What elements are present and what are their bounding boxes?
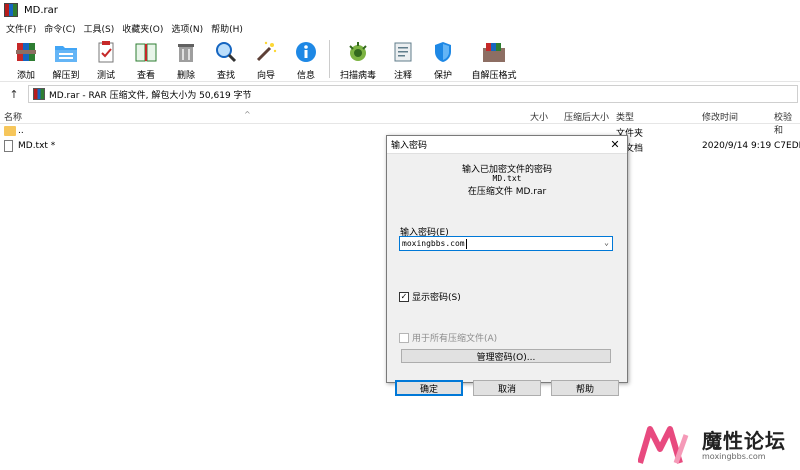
sfx-icon [481, 39, 507, 65]
path-text: MD.rar - RAR 压缩文件, 解包大小为 50,619 字节 [49, 90, 252, 101]
password-dialog: 输入密码 ✕ 输入已加密文件的密码 MD.txt 在压缩文件 MD.rar 输入… [386, 135, 628, 396]
show-password-label: 显示密码(S) [412, 293, 461, 303]
sfx-button[interactable]: 自解压格式 [463, 36, 525, 82]
menu-help[interactable]: 帮助(H) [207, 22, 247, 35]
watermark-text: 魔性论坛 moxingbbs.com [702, 430, 786, 461]
password-value: moxingbbs.com [402, 239, 465, 248]
up-folder-button[interactable]: ↑ [0, 84, 28, 104]
sort-ascending-icon: ^ [244, 110, 251, 119]
text-caret [465, 238, 467, 249]
folder-icon [4, 126, 16, 136]
test-icon [93, 39, 119, 65]
menu-options[interactable]: 选项(N) [167, 22, 207, 35]
show-password-checkbox[interactable]: ✓ 显示密码(S) [399, 290, 461, 303]
ok-button[interactable]: 确定 [395, 380, 463, 396]
password-input[interactable]: moxingbbs.com ⌄ [399, 236, 613, 251]
column-type[interactable]: 类型 [616, 110, 634, 123]
column-name[interactable]: 名称 [4, 110, 22, 123]
add-archive-icon [13, 39, 39, 65]
moxing-logo-icon [637, 425, 698, 465]
prompt-filename: MD.txt [492, 174, 522, 183]
column-modified[interactable]: 修改时间 [702, 110, 738, 123]
view-button[interactable]: 查看 [126, 36, 166, 82]
all-archives-checkbox[interactable]: 用于所有压缩文件(A) [399, 331, 497, 344]
text-file-icon [4, 140, 13, 152]
watermark-en: moxingbbs.com [702, 451, 766, 461]
toolbar: 添加 解压到 测试 查看 删除 查找 向导 信息 扫描病毒 注释 保护 自解压格… [0, 36, 800, 82]
comment-button[interactable]: 注释 [383, 36, 423, 82]
file-list-header: ^ 名称 大小 压缩后大小 类型 修改时间 校验和 [0, 106, 800, 136]
delete-button[interactable]: 删除 [166, 36, 206, 82]
dialog-title: 输入密码 [391, 141, 428, 151]
rar-file-icon [33, 88, 45, 100]
winrar-app-icon [4, 3, 18, 17]
menu-tools[interactable]: 工具(S) [80, 22, 119, 35]
find-icon [213, 39, 239, 65]
find-button[interactable]: 查找 [206, 36, 246, 82]
menu-favorites[interactable]: 收藏夹(O) [118, 22, 167, 35]
menu-bar: 文件(F) 命令(C) 工具(S) 收藏夹(O) 选项(N) 帮助(H) [0, 20, 800, 36]
cancel-button[interactable]: 取消 [473, 380, 541, 396]
virus-scan-button[interactable]: 扫描病毒 [333, 36, 383, 82]
toolbar-separator [329, 40, 330, 78]
checkbox-empty-icon [399, 332, 409, 343]
arrow-up-icon: ↑ [9, 87, 19, 101]
wizard-icon [253, 39, 279, 65]
wizard-button[interactable]: 向导 [246, 36, 286, 82]
extract-to-button[interactable]: 解压到 [46, 36, 86, 82]
column-packed[interactable]: 压缩后大小 [564, 110, 609, 123]
menu-file[interactable]: 文件(F) [2, 22, 40, 35]
title-bar: MD.rar [0, 0, 800, 20]
window-title: MD.rar [24, 4, 58, 16]
dialog-title-bar: 输入密码 ✕ [387, 136, 627, 154]
menu-commands[interactable]: 命令(C) [40, 22, 79, 35]
comment-icon [390, 39, 416, 65]
checkmark-icon: ✓ [399, 291, 409, 302]
info-button[interactable]: 信息 [286, 36, 326, 82]
protect-button[interactable]: 保护 [423, 36, 463, 82]
column-size[interactable]: 大小 [530, 110, 548, 123]
path-field[interactable]: MD.rar - RAR 压缩文件, 解包大小为 50,619 字节 [28, 85, 798, 103]
address-bar: ↑ MD.rar - RAR 压缩文件, 解包大小为 50,619 字节 [0, 84, 800, 104]
info-icon [293, 39, 319, 65]
delete-icon [173, 39, 199, 65]
view-icon [133, 39, 159, 65]
watermark: 魔性论坛 moxingbbs.com [637, 422, 798, 468]
add-button[interactable]: 添加 [6, 36, 46, 82]
close-icon[interactable]: ✕ [603, 136, 627, 154]
watermark-cn: 魔性论坛 [702, 428, 786, 453]
help-button[interactable]: 帮助 [551, 380, 619, 396]
extract-to-icon [53, 39, 79, 65]
manage-passwords-button[interactable]: 管理密码(O)... [401, 349, 611, 363]
all-archives-label: 用于所有压缩文件(A) [412, 334, 498, 344]
chevron-down-icon[interactable]: ⌄ [604, 238, 609, 247]
protect-icon [430, 39, 456, 65]
test-button[interactable]: 测试 [86, 36, 126, 82]
prompt-archive: 在压缩文件 MD.rar [467, 187, 547, 197]
virus-scan-icon [345, 39, 371, 65]
